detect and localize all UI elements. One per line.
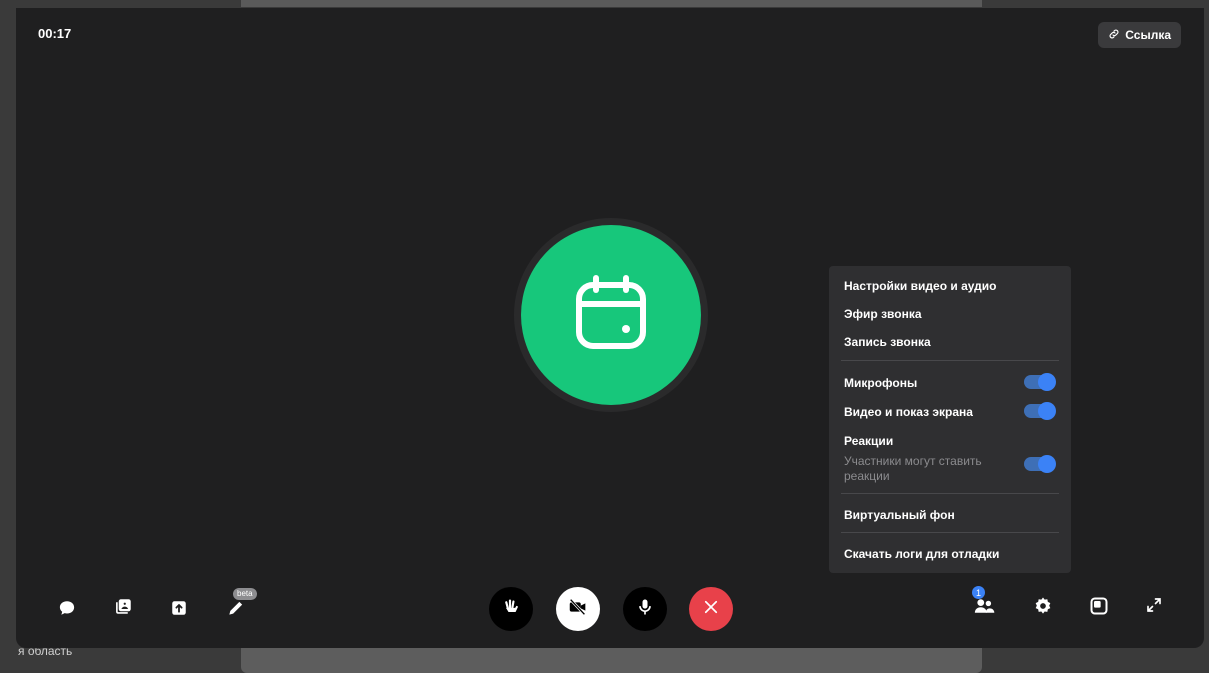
video-toggle-button[interactable] xyxy=(556,587,600,631)
participants-icon xyxy=(974,596,996,621)
menu-item-record[interactable]: Запись звонка xyxy=(844,335,931,349)
calendar-icon xyxy=(573,274,649,357)
call-timer: 00:17 xyxy=(38,26,72,41)
microphones-toggle[interactable] xyxy=(1024,373,1056,391)
menu-divider xyxy=(841,360,1059,361)
menu-toggle-label-microphones: Микрофоны xyxy=(844,376,918,390)
settings-menu: Настройки видео и аудио Эфир звонка Запи… xyxy=(829,266,1071,573)
end-call-button[interactable] xyxy=(689,587,733,631)
chat-icon[interactable] xyxy=(53,594,81,622)
microphone-button[interactable] xyxy=(623,587,667,631)
raise-hand-button[interactable] xyxy=(489,587,533,631)
video-off-icon xyxy=(567,596,589,623)
end-call-icon xyxy=(702,598,720,621)
reactions-description: Участники могут ставить реакции xyxy=(844,454,982,483)
video-toggle[interactable] xyxy=(1024,402,1056,420)
background-bar-top xyxy=(241,0,982,7)
background-bar-bottom xyxy=(241,648,982,673)
picture-in-picture-icon xyxy=(1089,596,1109,621)
layout-button[interactable] xyxy=(1085,594,1113,622)
link-button-label: Ссылка xyxy=(1125,28,1171,42)
expand-icon xyxy=(1145,596,1163,619)
fullscreen-button[interactable] xyxy=(1140,593,1168,621)
beta-badge: beta xyxy=(233,588,257,600)
menu-divider xyxy=(841,532,1059,533)
call-window: 00:17 Ссылка Настройки видео и аудио Эфи… xyxy=(16,8,1204,648)
menu-item-download-logs[interactable]: Скачать логи для отладки xyxy=(844,547,999,561)
contacts-icon[interactable] xyxy=(110,592,138,620)
microphone-icon xyxy=(635,597,655,622)
participants-count-badge: 1 xyxy=(972,586,985,599)
menu-toggle-label-video: Видео и показ экрана xyxy=(844,405,973,419)
gear-icon xyxy=(1033,596,1053,621)
reactions-toggle[interactable] xyxy=(1024,455,1056,473)
menu-divider xyxy=(841,493,1059,494)
menu-item-video-audio-settings[interactable]: Настройки видео и аудио xyxy=(844,279,996,293)
settings-button[interactable] xyxy=(1029,594,1057,622)
link-icon xyxy=(1108,28,1120,43)
menu-toggle-label-reactions: Реакции xyxy=(844,434,894,448)
avatar xyxy=(521,225,701,405)
raise-hand-icon xyxy=(501,597,521,622)
menu-item-broadcast[interactable]: Эфир звонка xyxy=(844,307,922,321)
menu-item-virtual-background[interactable]: Виртуальный фон xyxy=(844,508,955,522)
link-button[interactable]: Ссылка xyxy=(1098,22,1181,48)
share-screen-icon[interactable] xyxy=(165,594,193,622)
